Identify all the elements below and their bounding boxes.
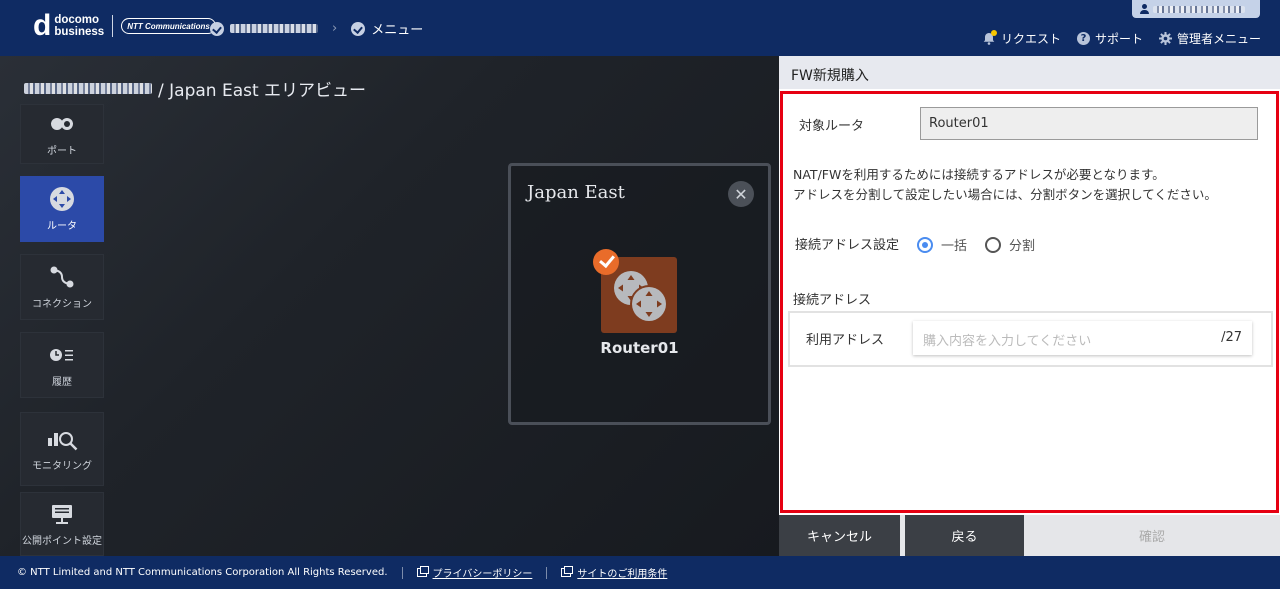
sidebar-item-router[interactable]: ルータ xyxy=(20,176,104,242)
external-window-icon xyxy=(416,566,429,577)
router-icon xyxy=(49,186,75,211)
footer: © NTT Limited and NTT Communications Cor… xyxy=(0,556,1280,589)
logo-line2: business xyxy=(54,26,105,38)
radio-split[interactable]: 分割 xyxy=(985,235,1035,254)
use-address-row: 利用アドレス 購入内容を入力してください /27 xyxy=(788,311,1273,367)
footer-divider xyxy=(401,566,403,579)
back-button[interactable]: 戻る xyxy=(905,515,1024,556)
terms-of-use-link[interactable]: サイトのご利用条件 xyxy=(561,565,667,580)
bell-icon xyxy=(983,30,997,45)
public-point-icon xyxy=(50,502,74,526)
close-icon[interactable]: ✕ xyxy=(728,181,754,207)
admin-menu-link[interactable]: 管理者メニュー xyxy=(1158,30,1261,47)
top-header: d docomo business NTT Communications › メ… xyxy=(0,0,1280,56)
top-nav: リクエスト ? サポート 管理者メニュー xyxy=(967,30,1261,47)
notice-line-1: NAT/FWを利用するためには接続するアドレスが必要となります。 xyxy=(793,167,1165,182)
privacy-policy-label: プライバシーポリシー xyxy=(432,569,533,580)
external-window-icon xyxy=(561,566,574,577)
tenant-name-redacted xyxy=(24,83,152,94)
sidebar-item-public-point[interactable]: 公開ポイント設定 xyxy=(20,492,104,556)
router-name: Router01 xyxy=(600,339,679,357)
footer-divider xyxy=(546,566,548,579)
copyright: © NTT Limited and NTT Communications Cor… xyxy=(17,567,388,578)
port-icon xyxy=(50,112,74,136)
cancel-button[interactable]: キャンセル xyxy=(779,515,900,556)
check-circle-icon xyxy=(351,21,366,36)
admin-menu-label: 管理者メニュー xyxy=(1176,32,1261,46)
history-icon xyxy=(50,343,74,367)
sidebar-item-label: ポート xyxy=(47,145,77,157)
breadcrumb-tenant-redacted[interactable] xyxy=(230,24,318,33)
logo-wordmark: docomo business xyxy=(54,14,104,38)
radio-bulk-label: 一括 xyxy=(941,239,968,254)
privacy-policy-link[interactable]: プライバシーポリシー xyxy=(416,565,533,580)
gear-icon xyxy=(1158,32,1172,45)
selected-check-icon xyxy=(593,249,619,275)
docomo-business-logo[interactable]: d docomo business NTT Communications xyxy=(33,9,216,42)
use-address-placeholder: 購入内容を入力してください xyxy=(923,334,1092,349)
connection-icon xyxy=(49,265,75,289)
chevron-right-icon: › xyxy=(332,21,338,36)
page-title: / Japan East エリアビュー xyxy=(24,76,366,101)
support-link[interactable]: ? サポート xyxy=(1076,30,1143,47)
help-icon: ? xyxy=(1076,32,1090,45)
sidebar-item-label: コネクション xyxy=(32,298,92,310)
area-view: / Japan East エリアビュー ポート ルータ コネクション 履歴 モニ… xyxy=(0,56,779,556)
sidebar-item-label: 公開ポイント設定 xyxy=(22,535,102,547)
fw-purchase-panel: FW新規購入 対象ルータ Router01 NAT/FWを利用するためには接続す… xyxy=(779,56,1280,556)
radio-selected-icon xyxy=(917,236,933,253)
radio-unselected-icon xyxy=(985,236,1001,253)
notice-line-2: アドレスを分割して設定したい場合には、分割ボタンを選択してください。 xyxy=(793,187,1217,202)
region-title: Japan East xyxy=(527,182,625,203)
use-address-input[interactable]: 購入内容を入力してください /27 xyxy=(913,321,1252,355)
sidebar-item-connection[interactable]: コネクション xyxy=(20,254,104,320)
ntt-communications-logo: NTT Communications xyxy=(121,18,216,34)
user-name-redacted xyxy=(1153,5,1245,13)
confirm-button[interactable]: 確認 xyxy=(1024,515,1280,556)
sidebar-item-label: 履歴 xyxy=(52,376,72,388)
page-title-text: / Japan East エリアビュー xyxy=(158,81,367,101)
address-setting-label: 接続アドレス設定 xyxy=(795,238,900,253)
check-circle-icon xyxy=(210,21,224,36)
radio-bulk[interactable]: 一括 xyxy=(917,235,967,254)
target-router-label: 対象ルータ xyxy=(799,119,865,134)
request-link[interactable]: リクエスト xyxy=(983,30,1061,47)
prefix-suffix: /27 xyxy=(1221,330,1242,345)
sidebar-item-label: モニタリング xyxy=(32,460,92,472)
breadcrumb: › メニュー xyxy=(210,19,423,38)
logo-line1: docomo xyxy=(54,14,100,26)
breadcrumb-menu[interactable]: メニュー xyxy=(371,19,423,38)
use-address-label: 利用アドレス xyxy=(806,333,885,348)
address-section-label: 接続アドレス xyxy=(793,293,872,308)
sidebar-item-port[interactable]: ポート xyxy=(20,104,104,164)
sidebar-item-label: ルータ xyxy=(47,220,77,232)
user-account-box[interactable] xyxy=(1132,0,1260,18)
support-label: サポート xyxy=(1094,32,1143,46)
form-highlight-frame: 対象ルータ Router01 NAT/FWを利用するためには接続するアドレスが必… xyxy=(780,91,1279,513)
user-icon xyxy=(1140,4,1149,14)
request-label: リクエスト xyxy=(1000,32,1061,46)
panel-title: FW新規購入 xyxy=(779,56,1280,89)
region-card-japan-east: Japan East ✕ Router01 xyxy=(508,163,771,425)
radio-split-label: 分割 xyxy=(1009,239,1036,254)
monitoring-icon xyxy=(46,427,78,451)
logo-divider xyxy=(112,15,114,37)
sidebar-item-monitoring[interactable]: モニタリング xyxy=(20,412,104,486)
notice-text: NAT/FWを利用するためには接続するアドレスが必要となります。 アドレスを分割… xyxy=(793,165,1217,205)
target-router-field: Router01 xyxy=(920,107,1258,140)
logo-mark: d xyxy=(33,9,52,42)
terms-of-use-label: サイトのご利用条件 xyxy=(577,569,668,580)
sidebar-item-history[interactable]: 履歴 xyxy=(20,332,104,398)
